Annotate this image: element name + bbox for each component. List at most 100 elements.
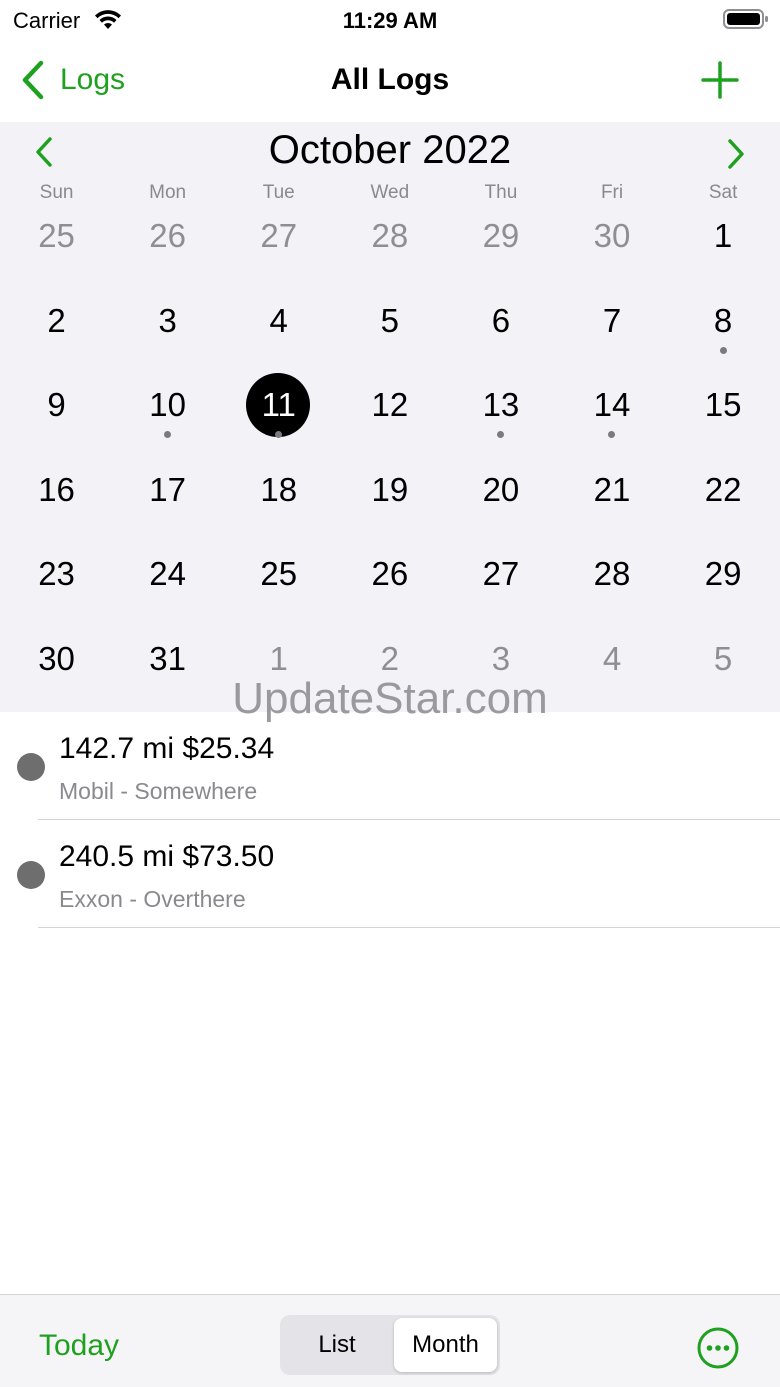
log-subtitle: Mobil - Somewhere <box>59 778 258 804</box>
day-number: 8 <box>713 301 733 339</box>
day-number: 16 <box>38 470 75 508</box>
calendar-day[interactable]: 23 <box>1 532 112 617</box>
calendar-day[interactable]: 9 <box>1 363 112 448</box>
day-number: 1 <box>713 217 733 254</box>
event-indicator-dot <box>719 346 727 354</box>
calendar-day[interactable]: 16 <box>1 448 112 533</box>
log-status-dot <box>17 753 45 781</box>
calendar-day[interactable]: 22 <box>668 448 779 533</box>
calendar-day[interactable]: 27 <box>445 532 556 617</box>
calendar-day[interactable]: 26 <box>112 194 223 279</box>
log-title: 142.7 mi $25.34 <box>59 732 275 765</box>
calendar-day[interactable]: 7 <box>556 279 667 364</box>
calendar-day[interactable]: 13 <box>445 363 556 448</box>
calendar-day[interactable]: 4 <box>556 617 667 702</box>
calendar-week-row: 25 26 27 28 29 30 1 <box>0 194 780 279</box>
day-number: 13 <box>482 386 520 423</box>
status-bar: Carrier 11:29 AM <box>0 0 780 42</box>
day-number: 29 <box>704 555 742 592</box>
calendar-day[interactable]: 25 <box>223 532 334 617</box>
calendar-day[interactable]: 25 <box>1 194 112 279</box>
month-calendar: October 2022 Sun Mon Tue Wed Thu Fri Sat 25 26 2… <box>0 122 780 712</box>
day-number: 4 <box>269 301 288 339</box>
day-number: 25 <box>260 555 298 592</box>
log-list-item[interactable]: 142.7 mi $25.34 Mobil - Somewhere <box>0 712 780 820</box>
calendar-day[interactable]: 17 <box>112 448 223 533</box>
day-number: 2 <box>380 639 399 677</box>
day-number: 24 <box>149 555 186 592</box>
day-number: 31 <box>149 639 186 677</box>
next-month-chevron-icon[interactable] <box>720 136 750 172</box>
calendar-day[interactable]: 19 <box>334 448 445 533</box>
segment-list[interactable]: List <box>283 1318 391 1372</box>
calendar-week-row: 16 17 18 19 20 21 22 <box>0 448 780 533</box>
day-number: 12 <box>371 386 409 423</box>
calendar-day[interactable]: 21 <box>556 448 667 533</box>
view-mode-segmented-control: List Month <box>280 1315 500 1375</box>
calendar-day[interactable]: 2 <box>334 617 445 702</box>
log-title: 240.5 mi $73.50 <box>59 840 275 873</box>
calendar-day[interactable]: 28 <box>334 194 445 279</box>
calendar-day[interactable]: 3 <box>112 279 223 364</box>
day-number: 30 <box>38 639 75 677</box>
calendar-day[interactable]: 4 <box>223 279 334 364</box>
day-number: 29 <box>482 217 520 254</box>
day-number: 27 <box>260 217 298 254</box>
day-number: 22 <box>704 470 742 508</box>
day-number: 3 <box>158 301 177 339</box>
log-subtitle: Exxon - Overthere <box>59 886 246 912</box>
calendar-day[interactable]: 28 <box>556 532 667 617</box>
calendar-day[interactable]: 1 <box>668 194 779 279</box>
calendar-day[interactable]: 15 <box>668 363 779 448</box>
navigation-bar: Logs All Logs <box>0 42 780 122</box>
day-number: 26 <box>371 555 409 592</box>
calendar-day-selected[interactable]: 11 <box>223 363 334 448</box>
calendar-day[interactable]: 20 <box>445 448 556 533</box>
day-number: 1 <box>269 639 288 677</box>
day-number: 28 <box>371 217 409 254</box>
today-button[interactable]: Today <box>39 1329 119 1363</box>
segment-month[interactable]: Month <box>394 1318 497 1372</box>
day-number: 2 <box>47 301 66 339</box>
calendar-day[interactable]: 3 <box>445 617 556 702</box>
calendar-day[interactable]: 6 <box>445 279 556 364</box>
calendar-day[interactable]: 29 <box>668 532 779 617</box>
log-status-dot <box>17 861 45 889</box>
log-list-item[interactable]: 240.5 mi $73.50 Exxon - Overthere <box>0 820 780 928</box>
event-indicator-dot <box>164 431 172 438</box>
calendar-day[interactable]: 27 <box>223 194 334 279</box>
add-icon[interactable] <box>700 60 740 100</box>
calendar-day[interactable]: 30 <box>1 617 112 702</box>
event-indicator-dot <box>275 431 283 438</box>
calendar-day[interactable]: 2 <box>1 279 112 364</box>
calendar-day[interactable]: 1 <box>223 617 334 702</box>
day-number: 17 <box>149 470 186 508</box>
calendar-day[interactable]: 30 <box>556 194 667 279</box>
day-number: 21 <box>593 470 631 508</box>
calendar-day[interactable]: 5 <box>334 279 445 364</box>
day-number: 18 <box>260 470 298 508</box>
event-indicator-dot <box>608 431 616 438</box>
more-options-icon[interactable] <box>697 1327 739 1369</box>
day-number: 11 <box>261 386 296 423</box>
calendar-day[interactable]: 18 <box>223 448 334 533</box>
calendar-day[interactable]: 14 <box>556 363 667 448</box>
calendar-week-row: 23 24 25 26 27 28 29 <box>0 532 780 617</box>
calendar-grid: 25 26 27 28 29 30 1 2 3 4 5 6 7 8 9 10 11 12 13 14 15 16 17 18 1… <box>0 194 780 701</box>
calendar-day[interactable]: 12 <box>334 363 445 448</box>
calendar-day[interactable]: 10 <box>112 363 223 448</box>
day-number: 23 <box>38 555 75 592</box>
calendar-day[interactable]: 26 <box>334 532 445 617</box>
status-time: 11:29 AM <box>342 8 438 33</box>
month-title: October 2022 <box>268 128 512 172</box>
calendar-day[interactable]: 8 <box>668 279 779 364</box>
calendar-day[interactable]: 31 <box>112 617 223 702</box>
calendar-day[interactable]: 5 <box>668 617 779 702</box>
calendar-week-row: 2 3 4 5 6 7 8 <box>0 279 780 364</box>
day-number: 30 <box>593 217 631 254</box>
calendar-day[interactable]: 24 <box>112 532 223 617</box>
calendar-day[interactable]: 29 <box>445 194 556 279</box>
day-number: 14 <box>593 386 631 423</box>
event-indicator-dot <box>497 431 505 438</box>
day-number: 20 <box>482 470 520 508</box>
